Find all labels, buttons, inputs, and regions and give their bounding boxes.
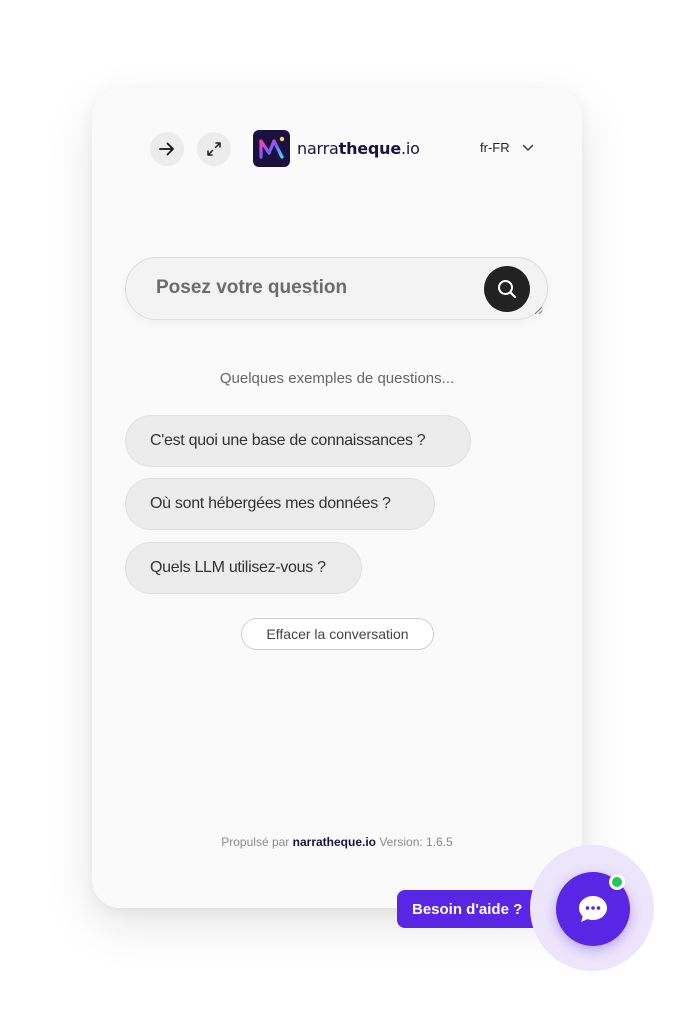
online-status-dot [609, 874, 625, 890]
footer-brand-link[interactable]: narratheque.io [293, 835, 376, 849]
brand-name: narratheque.io [297, 139, 420, 158]
clear-conversation-button[interactable]: Effacer la conversation [241, 618, 434, 650]
chevron-down-icon [522, 144, 533, 151]
chat-bubble-icon [579, 896, 607, 922]
collapse-button[interactable] [150, 132, 184, 166]
search-box [125, 257, 548, 320]
brand-suffix: .io [401, 139, 420, 158]
search-input[interactable] [156, 273, 476, 303]
expand-button[interactable] [197, 132, 231, 166]
examples-title: Quelques exemples de questions... [219, 370, 455, 387]
brand-bold: theque [338, 139, 402, 158]
expand-icon [207, 142, 221, 156]
brand-prefix: narra [297, 139, 339, 158]
help-label[interactable]: Besoin d'aide ? [397, 890, 542, 928]
search-icon [498, 280, 517, 299]
language-selector[interactable]: fr-FR [480, 140, 534, 155]
example-question-chip[interactable]: Quels LLM utilisez-vous ? [125, 542, 362, 594]
language-label: fr-FR [480, 140, 510, 155]
footer-powered-by: Propulsé par [221, 835, 290, 849]
brand-logo [253, 130, 290, 167]
example-question-chip[interactable]: Où sont hébergées mes données ? [125, 478, 435, 530]
search-button[interactable] [484, 266, 530, 312]
footer: Propulsé par narratheque.io Version: 1.6… [92, 835, 582, 849]
example-question-chip[interactable]: C'est quoi une base de connaissances ? [125, 415, 471, 467]
narratheque-logo-icon [259, 136, 285, 159]
resize-grip-icon[interactable] [533, 305, 543, 315]
footer-version: Version: 1.6.5 [379, 835, 453, 849]
arrow-right-icon [159, 142, 174, 156]
